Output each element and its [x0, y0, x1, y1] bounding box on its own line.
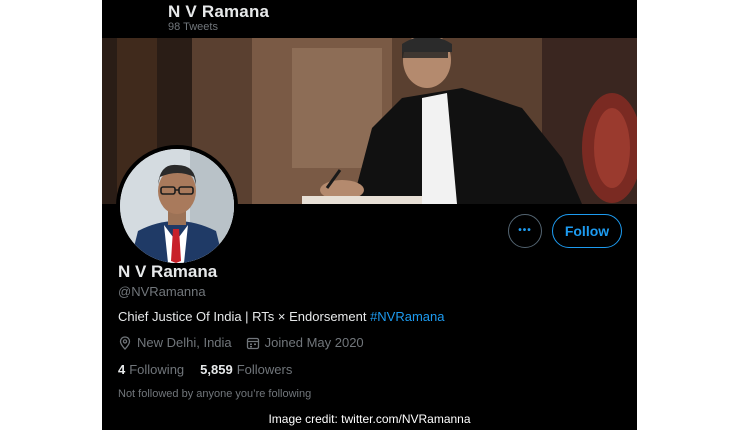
location-pin-icon [119, 335, 131, 350]
profile-header-bar: N V Ramana 98 Tweets [102, 0, 637, 38]
profile-screen: N V Ramana 98 Tweets ••• Follow N V Rama… [102, 0, 637, 408]
tweet-count: 98 Tweets [168, 21, 218, 33]
following-label: Following [129, 362, 185, 377]
profile-bio: Chief Justice Of India | RTs × Endorseme… [118, 309, 445, 324]
location-text: New Delhi, India [137, 335, 232, 350]
followers-count: 5,859 [200, 362, 233, 377]
more-dots-icon: ••• [518, 225, 532, 236]
more-options-button[interactable]: ••• [508, 214, 542, 248]
bio-text: Chief Justice Of India | RTs × Endorseme… [118, 309, 371, 324]
following-link[interactable]: 4 Following [118, 362, 184, 377]
avatar-photo [120, 149, 234, 263]
calendar-icon [246, 337, 259, 349]
profile-stats: 4 Following 5,859 Followers [118, 362, 308, 377]
follow-status-note: Not followed by anyone you’re following [118, 388, 312, 400]
header-title: N V Ramana [168, 2, 270, 21]
location-item: New Delhi, India [118, 335, 232, 350]
avatar[interactable] [120, 149, 234, 263]
following-count: 4 [118, 362, 126, 377]
follow-button[interactable]: Follow [552, 214, 622, 248]
image-credit: Image credit: twitter.com/NVRamanna [102, 408, 637, 430]
profile-name: N V Ramana [118, 262, 218, 281]
joined-item: Joined May 2020 [246, 335, 364, 350]
bio-hashtag-link[interactable]: #NVRamana [370, 309, 444, 324]
profile-handle: @NVRamanna [118, 284, 206, 299]
followers-label: Followers [236, 362, 293, 377]
joined-text: Joined May 2020 [264, 335, 364, 350]
followers-link[interactable]: 5,859 Followers [200, 362, 292, 377]
profile-meta: New Delhi, India Joined May 2020 [118, 335, 378, 350]
